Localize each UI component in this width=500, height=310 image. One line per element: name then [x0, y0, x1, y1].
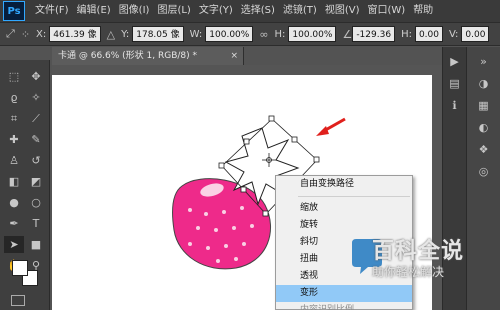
menu-layer[interactable]: 图层(L): [153, 0, 194, 22]
path-selection-icon[interactable]: ➤: [4, 236, 24, 253]
dodge-tool-icon[interactable]: ○: [26, 194, 46, 211]
type-tool-icon[interactable]: T: [26, 215, 46, 232]
y-position-field[interactable]: 178.05 像: [132, 26, 184, 42]
angle-field[interactable]: -129.36: [352, 26, 396, 42]
menu-help[interactable]: 帮助: [409, 0, 437, 22]
brush-tool-icon[interactable]: ✎: [26, 131, 46, 148]
magic-wand-icon[interactable]: ✧: [26, 89, 46, 106]
options-bar: ⤢ ⁘ X: 461.39 像 △ Y: 178.05 像 W: 100.00%…: [0, 22, 500, 46]
angle-icon: ∠: [342, 27, 353, 41]
clone-stamp-icon[interactable]: ♙: [4, 152, 24, 169]
h-skew-field[interactable]: 0.00: [414, 26, 443, 42]
height-field[interactable]: 100.00%: [288, 26, 337, 42]
photoshop-logo: Ps: [3, 1, 25, 21]
foreground-color-swatch[interactable]: [12, 260, 28, 276]
history-icon[interactable]: ▤: [445, 75, 465, 91]
menu-separator: [298, 196, 410, 197]
document-tab[interactable]: 卡通 @ 66.6% (形状 1, RGB/8) * ×: [52, 47, 244, 65]
layers-panel-icon[interactable]: ❖: [474, 141, 494, 157]
move-tool-icon[interactable]: ✥: [26, 68, 46, 85]
menu-item-warp[interactable]: 变形: [276, 285, 412, 302]
color-panel-icon[interactable]: ◑: [474, 75, 494, 91]
v-label: V:: [449, 28, 459, 40]
collapse-panels-icon[interactable]: »: [474, 53, 494, 69]
eyedropper-icon[interactable]: ⟋: [26, 110, 46, 127]
channels-panel-icon[interactable]: ◎: [474, 163, 494, 179]
blur-tool-icon[interactable]: ●: [4, 194, 24, 211]
paint-bucket-icon[interactable]: ◩: [26, 173, 46, 190]
menu-select[interactable]: 选择(S): [237, 0, 279, 22]
menu-bar: Ps 文件(F) 编辑(E) 图像(I) 图层(L) 文字(Y) 选择(S) 滤…: [0, 0, 500, 22]
quick-mask-icon[interactable]: [11, 295, 25, 306]
menu-type[interactable]: 文字(Y): [195, 0, 237, 22]
menu-item-scale[interactable]: 缩放: [276, 200, 412, 217]
menu-edit[interactable]: 编辑(E): [73, 0, 115, 22]
watermark-subtitle: 助你轻松解决: [372, 265, 445, 279]
marquee-tool-icon[interactable]: ⬚: [4, 68, 24, 85]
y-label: Y:: [121, 28, 130, 40]
h-label: H:: [274, 28, 286, 40]
watermark-title: 百科全说: [372, 239, 465, 264]
lasso-tool-icon[interactable]: ϱ: [4, 89, 24, 106]
healing-brush-icon[interactable]: ✚: [4, 131, 24, 148]
play-icon[interactable]: ▶: [445, 53, 465, 69]
document-title: 卡通 @ 66.6% (形状 1, RGB/8) *: [58, 51, 198, 61]
adjustments-panel-icon[interactable]: ◐: [474, 119, 494, 135]
menu-image[interactable]: 图像(I): [115, 0, 154, 22]
menu-filter[interactable]: 滤镜(T): [279, 0, 321, 22]
info-icon[interactable]: ℹ: [445, 97, 465, 113]
pen-tool-icon[interactable]: ✒: [4, 215, 24, 232]
v-skew-field[interactable]: 0.00: [461, 26, 490, 42]
crop-tool-icon[interactable]: ⌗: [4, 110, 24, 127]
menu-view[interactable]: 视图(V): [321, 0, 364, 22]
w-label: W:: [189, 28, 203, 40]
history-brush-icon[interactable]: ↺: [26, 152, 46, 169]
swatches-panel-icon[interactable]: ▦: [474, 97, 494, 113]
eraser-icon[interactable]: ◧: [4, 173, 24, 190]
delta-icon[interactable]: △: [107, 28, 115, 41]
x-label: X:: [36, 28, 47, 40]
shape-tool-icon[interactable]: ■: [26, 236, 46, 253]
menu-item-free-transform-path[interactable]: 自由变换路径: [276, 176, 412, 193]
menu-file[interactable]: 文件(F): [31, 0, 73, 22]
close-icon[interactable]: ×: [230, 47, 238, 65]
watermark: 百科全说 助你轻松解决: [350, 225, 500, 285]
x-position-field[interactable]: 461.39 像: [49, 26, 101, 42]
reference-point-icon[interactable]: ⁘: [21, 28, 30, 41]
h-skew-label: H:: [401, 28, 412, 40]
menu-window[interactable]: 窗口(W): [363, 0, 409, 22]
menu-item-content-aware-scale: 内容识别比例: [300, 305, 355, 310]
link-icon[interactable]: ∞: [259, 28, 268, 41]
move-tool-icon: ⤢: [6, 27, 15, 40]
width-field[interactable]: 100.00%: [205, 26, 254, 42]
